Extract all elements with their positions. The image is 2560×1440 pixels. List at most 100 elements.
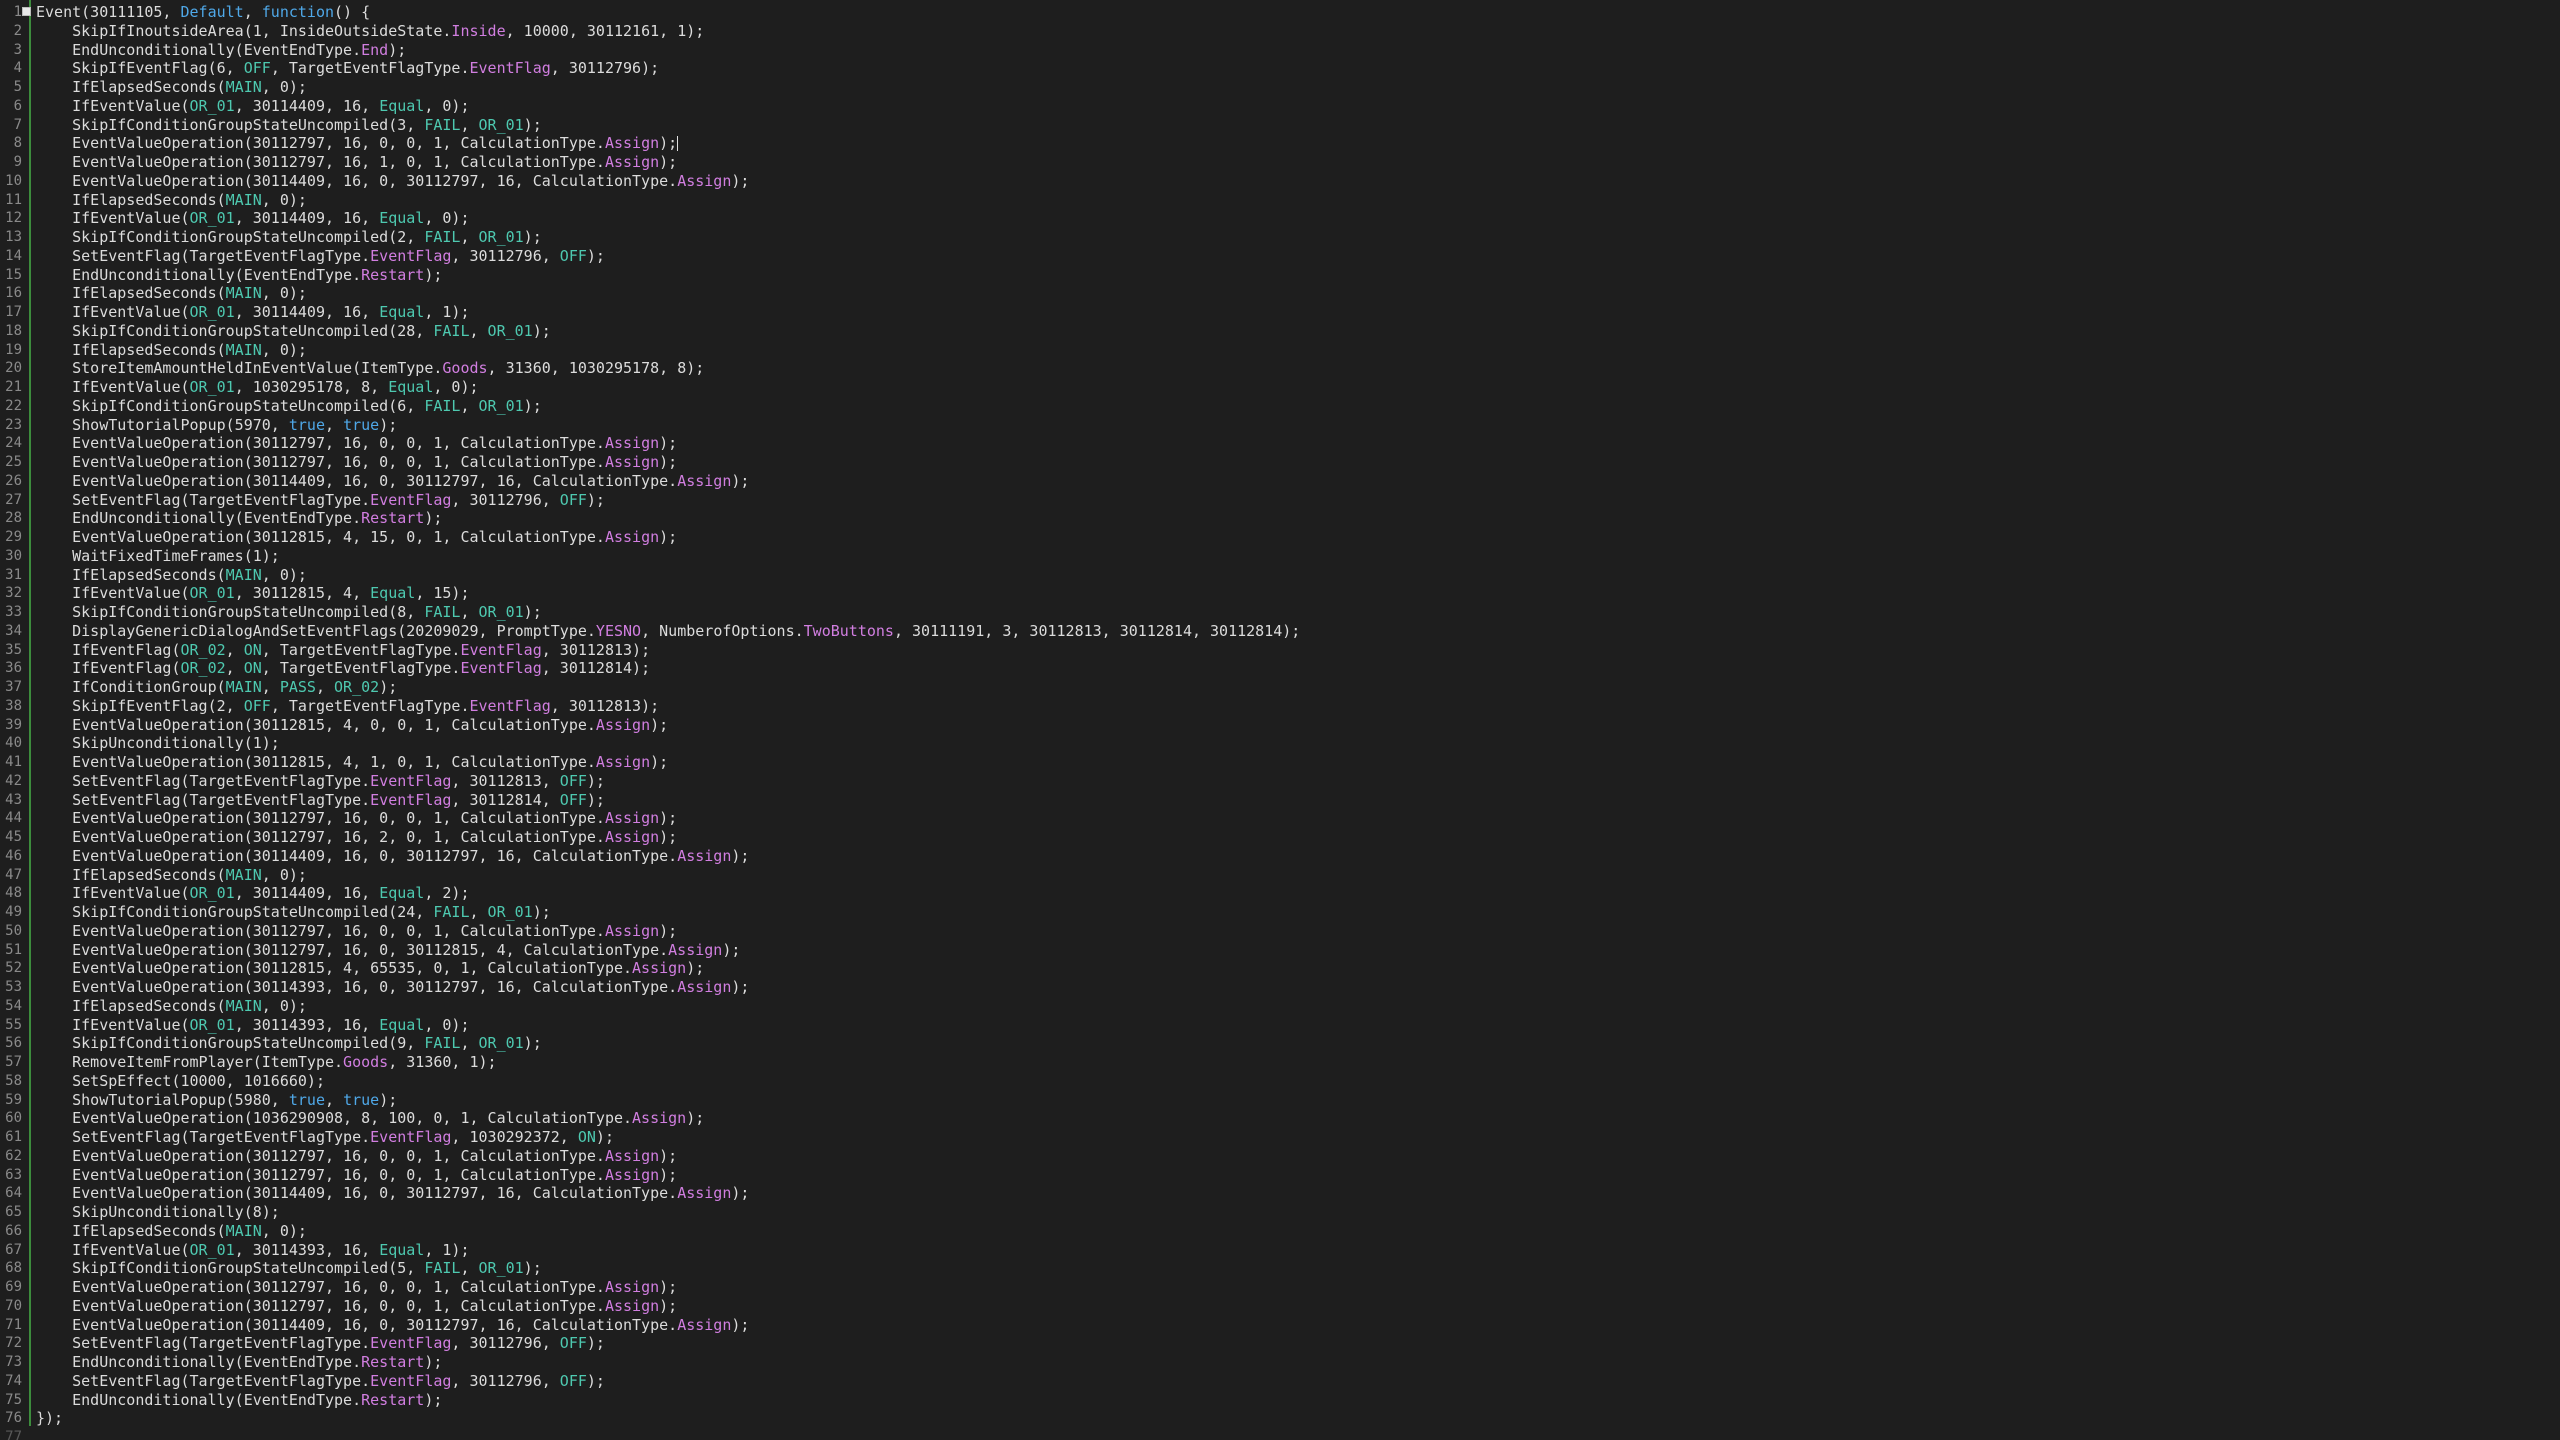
code-line[interactable]: 3 EndUnconditionally(EventEndType.End); [0, 41, 2540, 60]
code-line[interactable]: 22 SkipIfConditionGroupStateUncompiled(6… [0, 397, 2540, 416]
code-line[interactable]: 59 ShowTutorialPopup(5980, true, true); [0, 1091, 2540, 1110]
code-area[interactable]: 1 Event(30111105, Default, function() {2 … [0, 3, 2540, 1440]
code-line[interactable]: 39 EventValueOperation(30112815, 4, 0, 0… [0, 716, 2540, 735]
code-line[interactable]: 54 IfElapsedSeconds(MAIN, 0); [0, 997, 2540, 1016]
code-line[interactable]: 52 EventValueOperation(30112815, 4, 6553… [0, 959, 2540, 978]
code-token: ShowTutorialPopup(5980, [36, 1090, 289, 1109]
code-line[interactable]: 46 EventValueOperation(30114409, 16, 0, … [0, 847, 2540, 866]
code-token: EventValueOperation(30112815, 4, 1, 0, 1… [36, 753, 596, 771]
code-line[interactable]: 6 IfEventValue(OR_01, 30114409, 16, Equa… [0, 97, 2540, 116]
code-line[interactable]: 36 IfEventFlag(OR_02, ON, TargetEventFla… [0, 659, 2540, 678]
code-line[interactable]: 47 IfElapsedSeconds(MAIN, 0); [0, 866, 2540, 885]
code-token: Assign [677, 1315, 732, 1334]
code-line[interactable]: 7 SkipIfConditionGroupStateUncompiled(3,… [0, 116, 2540, 135]
code-line[interactable]: 69 EventValueOperation(30112797, 16, 0, … [0, 1278, 2540, 1297]
code-line[interactable]: 12 IfEventValue(OR_01, 30114409, 16, Equ… [0, 209, 2540, 228]
code-line[interactable]: 44 EventValueOperation(30112797, 16, 0, … [0, 809, 2540, 828]
code-token: OR_01 [478, 396, 524, 415]
code-line[interactable]: 11 IfElapsedSeconds(MAIN, 0); [0, 191, 2540, 210]
code-line[interactable]: 19 IfElapsedSeconds(MAIN, 0); [0, 341, 2540, 360]
code-line[interactable]: 55 IfEventValue(OR_01, 30114393, 16, Equ… [0, 1016, 2540, 1035]
code-line[interactable]: 4 SkipIfEventFlag(6, OFF, TargetEventFla… [0, 59, 2540, 78]
code-line[interactable]: 18 SkipIfConditionGroupStateUncompiled(2… [0, 322, 2540, 341]
code-line[interactable]: 30 WaitFixedTimeFrames(1); [0, 547, 2540, 566]
code-line[interactable]: 57 RemoveItemFromPlayer(ItemType.Goods, … [0, 1053, 2540, 1072]
code-line[interactable]: 13 SkipIfConditionGroupStateUncompiled(2… [0, 228, 2540, 247]
code-line[interactable]: 76}); [0, 1409, 2540, 1428]
code-line[interactable]: 26 EventValueOperation(30114409, 16, 0, … [0, 472, 2540, 491]
code-line[interactable]: 25 EventValueOperation(30112797, 16, 0, … [0, 453, 2540, 472]
code-line[interactable]: 29 EventValueOperation(30112815, 4, 15, … [0, 528, 2540, 547]
code-line[interactable]: 65 SkipUnconditionally(8); [0, 1203, 2540, 1222]
code-line[interactable]: 16 IfElapsedSeconds(MAIN, 0); [0, 284, 2540, 303]
code-line[interactable]: 8 EventValueOperation(30112797, 16, 0, 0… [0, 134, 2540, 153]
code-token: , 30114409, 16, [234, 884, 380, 903]
code-token: RemoveItemFromPlayer(ItemType. [36, 1053, 344, 1071]
code-line[interactable]: 23 ShowTutorialPopup(5970, true, true); [0, 416, 2540, 435]
code-line[interactable]: 71 EventValueOperation(30114409, 16, 0, … [0, 1316, 2540, 1335]
code-line[interactable]: 9 EventValueOperation(30112797, 16, 1, 0… [0, 153, 2540, 172]
line-number: 44 [5, 810, 22, 827]
code-line[interactable]: 42 SetEventFlag(TargetEventFlagType.Even… [0, 772, 2540, 791]
code-line[interactable]: 1 Event(30111105, Default, function() { [0, 3, 2540, 22]
code-line[interactable]: 72 SetEventFlag(TargetEventFlagType.Even… [0, 1334, 2540, 1353]
line-number: 17 [5, 304, 22, 320]
code-line[interactable]: 75 EndUnconditionally(EventEndType.Resta… [0, 1391, 2540, 1410]
code-line[interactable]: 10 EventValueOperation(30114409, 16, 0, … [0, 172, 2540, 191]
fold-toggle-icon[interactable] [22, 7, 31, 16]
code-line[interactable]: 21 IfEventValue(OR_01, 1030295178, 8, Eq… [0, 378, 2540, 397]
code-token: SetEventFlag(TargetEventFlagType. [36, 1334, 371, 1353]
code-line[interactable]: 61 SetEventFlag(TargetEventFlagType.Even… [0, 1128, 2540, 1147]
code-line[interactable]: 56 SkipIfConditionGroupStateUncompiled(9… [0, 1034, 2540, 1053]
code-line[interactable]: 77 [0, 1428, 2540, 1440]
code-line[interactable]: 27 SetEventFlag(TargetEventFlagType.Even… [0, 491, 2540, 510]
code-token: IfElapsedSeconds( [36, 284, 226, 303]
code-line[interactable]: 63 EventValueOperation(30112797, 16, 0, … [0, 1166, 2540, 1185]
code-line[interactable]: 53 EventValueOperation(30114393, 16, 0, … [0, 978, 2540, 997]
code-line[interactable]: 64 EventValueOperation(30114409, 16, 0, … [0, 1184, 2540, 1203]
code-line[interactable]: 2 SkipIfInoutsideArea(1, InsideOutsideSt… [0, 22, 2540, 41]
code-line-text: IfElapsedSeconds(MAIN, 0); [36, 191, 307, 210]
code-token: ); [659, 1165, 678, 1184]
code-line[interactable]: 20 StoreItemAmountHeldInEventValue(ItemT… [0, 359, 2540, 378]
code-line[interactable]: 73 EndUnconditionally(EventEndType.Resta… [0, 1353, 2540, 1372]
code-line[interactable]: 41 EventValueOperation(30112815, 4, 1, 0… [0, 753, 2540, 772]
code-line[interactable]: 31 IfElapsedSeconds(MAIN, 0); [0, 566, 2540, 585]
code-line[interactable]: 51 EventValueOperation(30112797, 16, 0, … [0, 941, 2540, 960]
code-line[interactable]: 35 IfEventFlag(OR_02, ON, TargetEventFla… [0, 641, 2540, 660]
code-line[interactable]: 33 SkipIfConditionGroupStateUncompiled(8… [0, 603, 2540, 622]
code-token: Assign [604, 828, 660, 846]
code-token: OR_02 [180, 659, 226, 678]
code-line[interactable]: 43 SetEventFlag(TargetEventFlagType.Even… [0, 791, 2540, 810]
code-line[interactable]: 60 EventValueOperation(1036290908, 8, 10… [0, 1109, 2540, 1128]
code-line[interactable]: 17 IfEventValue(OR_01, 30114409, 16, Equ… [0, 303, 2540, 322]
code-line[interactable]: 48 IfEventValue(OR_01, 30114409, 16, Equ… [0, 884, 2540, 903]
code-line[interactable]: 28 EndUnconditionally(EventEndType.Resta… [0, 509, 2540, 528]
code-line[interactable]: 32 IfEventValue(OR_01, 30112815, 4, Equa… [0, 584, 2540, 603]
code-line[interactable]: 14 SetEventFlag(TargetEventFlagType.Even… [0, 247, 2540, 266]
code-line[interactable]: 67 IfEventValue(OR_01, 30114393, 16, Equ… [0, 1241, 2540, 1260]
code-token: Assign [604, 809, 660, 828]
code-line[interactable]: 49 SkipIfConditionGroupStateUncompiled(2… [0, 903, 2540, 922]
code-editor[interactable]: 1 Event(30111105, Default, function() {2 … [0, 0, 2560, 1440]
code-line[interactable]: 66 IfElapsedSeconds(MAIN, 0); [0, 1222, 2540, 1241]
code-line[interactable]: 70 EventValueOperation(30112797, 16, 0, … [0, 1297, 2540, 1316]
code-line[interactable]: 74 SetEventFlag(TargetEventFlagType.Even… [0, 1372, 2540, 1391]
code-line[interactable]: 62 EventValueOperation(30112797, 16, 0, … [0, 1147, 2540, 1166]
code-token: , 30112813, [451, 771, 560, 790]
code-line[interactable]: 68 SkipIfConditionGroupStateUncompiled(5… [0, 1259, 2540, 1278]
code-line[interactable]: 45 EventValueOperation(30112797, 16, 2, … [0, 828, 2540, 847]
code-line[interactable]: 40 SkipUnconditionally(1); [0, 734, 2540, 753]
code-token: OR_01 [189, 209, 235, 228]
code-token: FAIL [433, 903, 470, 921]
line-number: 31 [5, 566, 22, 583]
code-line[interactable]: 24 EventValueOperation(30112797, 16, 0, … [0, 434, 2540, 453]
code-line[interactable]: 50 EventValueOperation(30112797, 16, 0, … [0, 922, 2540, 941]
code-line[interactable]: 38 SkipIfEventFlag(2, OFF, TargetEventFl… [0, 697, 2540, 716]
code-line[interactable]: 5 IfElapsedSeconds(MAIN, 0); [0, 78, 2540, 97]
code-line[interactable]: 15 EndUnconditionally(EventEndType.Resta… [0, 266, 2540, 285]
code-line[interactable]: 58 SetSpEffect(10000, 1016660); [0, 1072, 2540, 1091]
code-line-text: SkipIfEventFlag(6, OFF, TargetEventFlagT… [36, 59, 659, 78]
code-line[interactable]: 37 IfConditionGroup(MAIN, PASS, OR_02); [0, 678, 2540, 697]
code-line[interactable]: 34 DisplayGenericDialogAndSetEventFlags(… [0, 622, 2540, 641]
